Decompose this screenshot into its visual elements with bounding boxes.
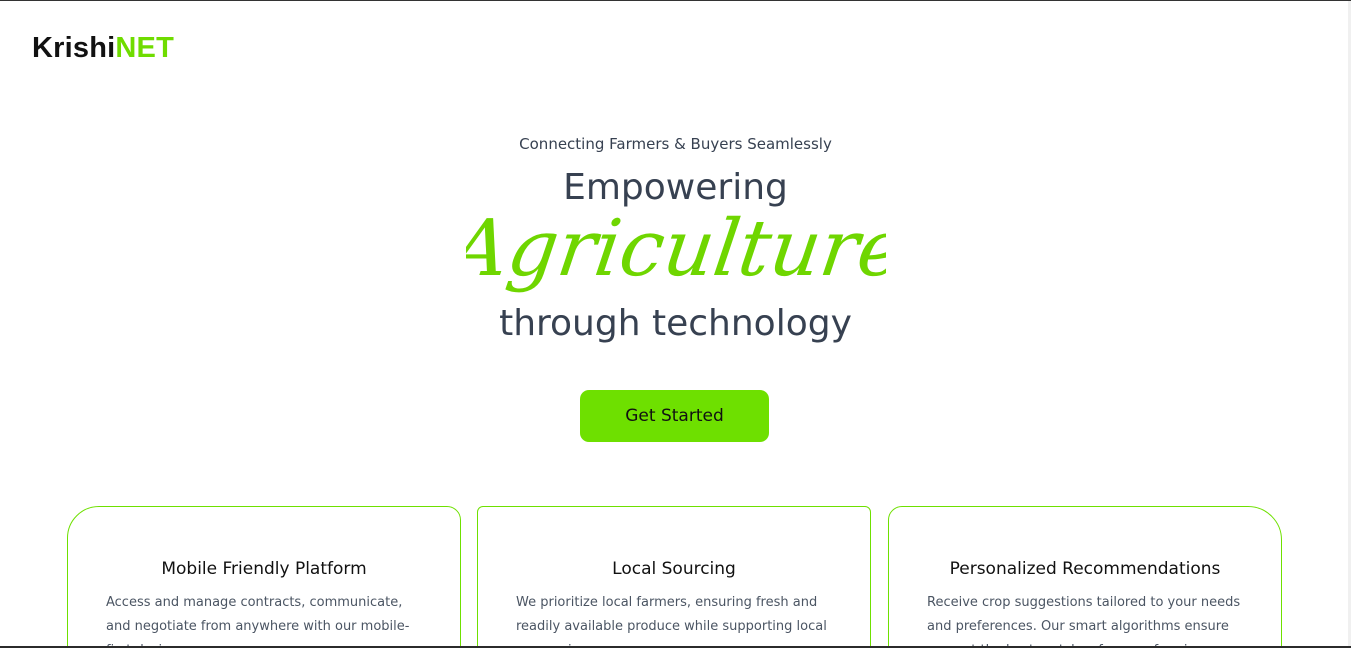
feature-card-mobile: Mobile Friendly Platform Access and mana… <box>67 506 461 648</box>
feature-card-title: Mobile Friendly Platform <box>161 559 367 579</box>
feature-card-recommendations: Personalized Recommendations Receive cro… <box>888 506 1282 648</box>
get-started-button[interactable]: Get Started <box>580 390 769 442</box>
hero-headline-technology: through technology <box>499 303 852 344</box>
feature-card-title: Local Sourcing <box>612 559 736 579</box>
logo-text-krishi: Krishi <box>32 32 116 64</box>
hero-headline-empowering: Empowering <box>563 167 788 208</box>
feature-card-text: We prioritize local farmers, ensuring fr… <box>516 595 827 648</box>
hero-script-text: Agriculture <box>466 203 886 294</box>
logo-text-net: NET <box>115 32 174 64</box>
navbar: KrishiNET <box>32 34 174 63</box>
feature-card-text: Access and manage contracts, communicate… <box>106 595 410 648</box>
logo[interactable]: KrishiNET <box>32 34 174 63</box>
feature-card-title: Personalized Recommendations <box>949 559 1221 579</box>
feature-card-local: Local Sourcing We prioritize local farme… <box>477 506 871 648</box>
feature-card-text: Receive crop suggestions tailored to you… <box>927 595 1241 648</box>
hero-tagline: Connecting Farmers & Buyers Seamlessly <box>519 135 832 153</box>
